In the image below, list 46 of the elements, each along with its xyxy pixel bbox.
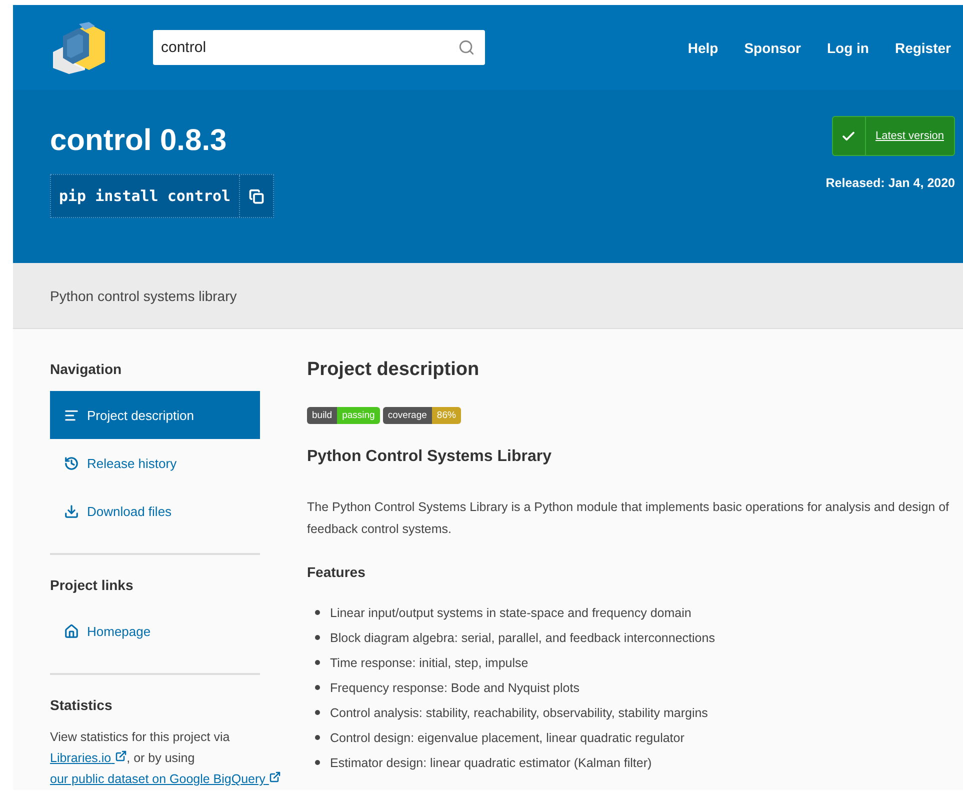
nav-link[interactable]: Sponsor <box>744 40 801 56</box>
section-title: Project description <box>307 359 480 381</box>
download-icon <box>64 504 79 518</box>
bullet-icon <box>315 610 320 615</box>
bullet-icon <box>315 635 320 640</box>
feature-item: Control design: eigenvalue placement, linear quadratic regulator <box>330 730 684 744</box>
feature-item: Linear input/output systems in state-space and frequency domain <box>330 606 692 620</box>
bullet-icon <box>315 710 320 715</box>
external-link[interactable]: our public dataset on Google BigQuery <box>50 772 281 786</box>
sidebar-item[interactable]: Project description <box>50 391 260 439</box>
bullet-icon <box>315 760 320 765</box>
sidebar-heading: Project links <box>50 577 134 593</box>
sidebar-heading: Statistics <box>50 697 114 713</box>
list-icon <box>64 408 79 422</box>
sidebar-item[interactable]: Download files <box>50 487 260 535</box>
package-title: control 0.8.3 <box>50 124 228 158</box>
search-icon[interactable] <box>458 39 475 56</box>
bullet-icon <box>315 685 320 690</box>
nav-link[interactable]: Register <box>894 40 951 56</box>
nav-link[interactable]: Help <box>688 40 718 56</box>
feature-item: Block diagram algebra: serial, parallel, and feedback interconnections <box>330 630 715 644</box>
external-link[interactable]: Libraries.io <box>50 751 127 765</box>
external-link-icon <box>114 750 127 762</box>
release-date: Released: Jan 4, 2020 <box>826 176 955 190</box>
copy-icon <box>248 188 264 204</box>
external-link-icon <box>268 771 281 783</box>
feature-item: Estimator design: linear quadratic estimator (Kalman filter) <box>330 756 652 770</box>
statistics-text: View statistics for this project via Libraries.io , or by using our public dataset on Google BigQuery <box>50 727 300 790</box>
features-heading: Features <box>307 564 366 580</box>
bullet-icon <box>315 735 320 740</box>
install-command: pip install control <box>58 186 232 207</box>
latest-version-button[interactable]: Latest version <box>832 116 955 156</box>
bullet-icon <box>315 660 320 665</box>
history-icon <box>64 456 79 470</box>
feature-item: Control analysis: stability, reachability, observability, stability margins <box>330 706 708 720</box>
nav-link[interactable]: Log in <box>826 40 869 56</box>
home-icon <box>64 624 79 638</box>
feature-item: Time response: initial, step, impulse <box>330 656 528 670</box>
sidebar-heading: Navigation <box>50 361 123 377</box>
feature-item: Frequency response: Bode and Nyquist plots <box>330 680 580 694</box>
search-field[interactable]: control <box>153 30 485 65</box>
sidebar-item[interactable]: Homepage <box>50 607 260 655</box>
sidebar-item[interactable]: Release history <box>50 439 260 487</box>
readme-heading: Python Control Systems Library <box>307 448 552 466</box>
readme-paragraph: The Python Control Systems Library is a Python module that implements basic operations for analysis and design of feedback control systems. <box>307 499 949 538</box>
package-summary: Python control systems library <box>50 288 237 304</box>
